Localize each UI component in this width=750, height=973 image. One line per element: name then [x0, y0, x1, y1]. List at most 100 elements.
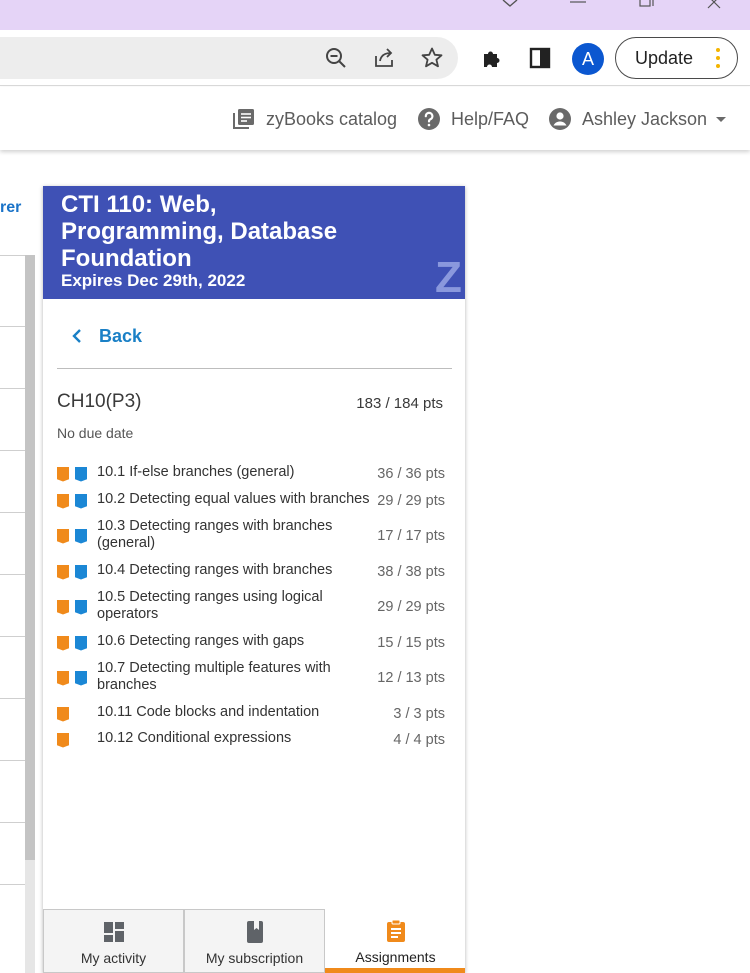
participation-flag-icon [57, 493, 69, 509]
section-label[interactable]: 10.3 Detecting ranges with branches (gen… [97, 518, 347, 552]
section-points: 12 / 13 pts [377, 670, 445, 686]
section-label[interactable]: 10.7 Detecting multiple features with br… [97, 660, 347, 694]
profile-avatar[interactable]: A [572, 43, 604, 75]
section-points: 3 / 3 pts [393, 706, 445, 722]
section-row[interactable]: 10.2 Detecting equal values with branche… [57, 491, 445, 511]
participation-flag-icon [57, 466, 69, 482]
back-label: Back [99, 325, 143, 346]
bookmark-star-icon[interactable] [418, 44, 446, 72]
left-panel-fragment[interactable]: rer [0, 199, 21, 217]
section-points: 17 / 17 pts [377, 528, 445, 544]
list-divider [0, 388, 25, 389]
challenge-flag-icon [75, 564, 87, 580]
tab-my-subscription-label: My subscription [205, 950, 304, 966]
course-title: CTI 110: Web, Programming, Database Foun… [61, 191, 338, 272]
challenge-flag-icon [75, 635, 87, 651]
zoom-out-icon[interactable] [322, 44, 350, 72]
account-circle-icon [549, 108, 571, 130]
catalog-label: zyBooks catalog [266, 108, 398, 129]
activity-flags [57, 660, 93, 696]
bottom-nav: My activity My subscription Assignments [43, 909, 465, 973]
course-expiration: Expires Dec 29th, 2022 [61, 271, 246, 290]
activity-flags [57, 562, 93, 582]
participation-flag-icon [57, 564, 69, 580]
divider [57, 368, 452, 369]
activity-flags [57, 589, 93, 625]
activity-flags [57, 464, 93, 484]
section-label[interactable]: 10.4 Detecting ranges with branches [97, 562, 387, 579]
list-divider [0, 326, 25, 327]
activity-flags [57, 633, 93, 653]
library-books-icon [233, 109, 254, 129]
update-label: Update [635, 47, 694, 68]
section-row[interactable]: 10.12 Conditional expressions 4 / 4 pts [57, 730, 445, 750]
dashboard-icon [103, 922, 124, 942]
activity-flags [57, 491, 93, 511]
tab-assignments[interactable]: Assignments [325, 909, 465, 973]
chapter-points: 183 / 184 pts [356, 395, 443, 412]
section-label[interactable]: 10.5 Detecting ranges using logical oper… [97, 589, 347, 623]
course-panel: CTI 110: Web, Programming, Database Foun… [43, 186, 465, 973]
participation-flag-icon [57, 670, 69, 686]
section-row[interactable]: 10.3 Detecting ranges with branches (gen… [57, 518, 445, 554]
book-icon [246, 921, 263, 943]
zybooks-logo: Z [435, 253, 462, 302]
kebab-menu-icon [716, 48, 720, 70]
challenge-flag-icon [75, 528, 87, 544]
section-points: 38 / 38 pts [377, 564, 445, 580]
help-label: Help/FAQ [451, 108, 530, 129]
section-row[interactable]: 10.4 Detecting ranges with branches 38 / … [57, 562, 445, 582]
participation-flag-icon [57, 732, 69, 748]
section-points: 29 / 29 pts [377, 599, 445, 615]
minimize-icon[interactable] [566, 0, 590, 12]
share-icon[interactable] [370, 44, 398, 72]
restore-icon[interactable] [634, 0, 658, 12]
browser-toolbar: A Update [0, 30, 750, 86]
help-link[interactable]: Help/FAQ [417, 106, 529, 132]
section-label[interactable]: 10.11 Code blocks and indentation [97, 704, 387, 721]
close-icon[interactable] [704, 0, 728, 12]
tab-my-activity[interactable]: My activity [43, 909, 184, 973]
section-label[interactable]: 10.12 Conditional expressions [97, 730, 387, 747]
chapter-title[interactable]: CH10(P3) [57, 391, 141, 413]
side-panel-icon[interactable] [526, 44, 554, 72]
participation-flag-icon [57, 706, 69, 722]
activity-flags [57, 704, 75, 724]
section-row[interactable]: 10.11 Code blocks and indentation 3 / 3 p… [57, 704, 445, 724]
back-button[interactable]: Back [70, 324, 142, 348]
section-row[interactable]: 10.1 If-else branches (general) 36 / 36 p… [57, 464, 445, 484]
catalog-link[interactable]: zyBooks catalog [232, 106, 397, 132]
due-date: No due date [57, 425, 134, 441]
extensions-icon[interactable] [478, 44, 506, 72]
list-divider [0, 698, 25, 699]
tab-assignments-label: Assignments [355, 949, 436, 965]
section-row[interactable]: 10.7 Detecting multiple features with br… [57, 660, 445, 696]
list-divider [0, 512, 25, 513]
section-points: 29 / 29 pts [377, 493, 445, 509]
activity-flags [57, 730, 75, 750]
chevron-down-icon[interactable] [498, 0, 522, 12]
activity-flags [57, 518, 93, 554]
list-divider [0, 760, 25, 761]
section-label[interactable]: 10.2 Detecting equal values with branche… [97, 491, 387, 508]
challenge-flag-icon [75, 670, 87, 686]
tab-my-activity-label: My activity [80, 950, 147, 966]
section-points: 36 / 36 pts [377, 466, 445, 482]
section-row[interactable]: 10.5 Detecting ranges using logical oper… [57, 589, 445, 625]
user-menu[interactable]: Ashley Jackson [548, 106, 731, 132]
user-name: Ashley Jackson [582, 108, 708, 129]
section-label[interactable]: 10.1 If-else branches (general) [97, 464, 387, 481]
list-divider [0, 574, 25, 575]
participation-flag-icon [57, 528, 69, 544]
tab-my-subscription[interactable]: My subscription [184, 909, 325, 973]
section-points: 15 / 15 pts [377, 635, 445, 651]
active-tab-indicator [325, 968, 465, 973]
list-divider [0, 450, 25, 451]
update-button[interactable]: Update [615, 37, 738, 79]
list-divider [0, 884, 25, 885]
app-header: zyBooks catalog Help/FAQ Ashley Jackson [0, 87, 750, 150]
challenge-flag-icon [75, 466, 87, 482]
section-points: 4 / 4 pts [393, 732, 445, 748]
section-label[interactable]: 10.6 Detecting ranges with gaps [97, 633, 387, 650]
section-row[interactable]: 10.6 Detecting ranges with gaps 15 / 15 p… [57, 633, 445, 653]
